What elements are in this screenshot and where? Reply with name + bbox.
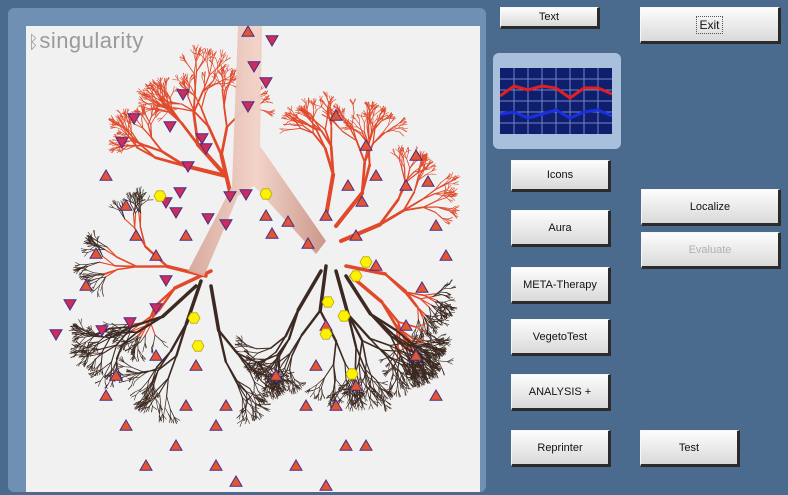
icons-button[interactable]: Icons — [511, 160, 611, 192]
vegeto-test-button[interactable]: VegetoTest — [511, 319, 611, 356]
analysis-plus-button[interactable]: ANALYSIS + — [511, 374, 611, 411]
exit-button[interactable]: Exit — [640, 7, 781, 44]
organ-viewer-frame: ᛒsingularity — [8, 8, 486, 492]
graph-panel[interactable] — [493, 53, 621, 149]
test-button[interactable]: Test — [640, 430, 740, 467]
singularity-logo: ᛒsingularity — [28, 28, 144, 53]
aura-button[interactable]: Aura — [511, 210, 611, 247]
localize-button[interactable]: Localize — [641, 189, 781, 226]
evaluate-button[interactable]: Evaluate — [641, 232, 781, 269]
graph-thumbnail-icon — [500, 68, 612, 134]
singularity-logo-mark: ᛒ — [28, 32, 40, 52]
reprinter-button[interactable]: Reprinter — [511, 430, 611, 467]
meta-therapy-button[interactable]: META-Therapy — [511, 267, 611, 304]
lung-scan-canvas[interactable]: ᛒsingularity — [26, 26, 480, 492]
text-button[interactable]: Text — [500, 7, 600, 29]
lung-bronchial-tree-illustration — [49, 26, 461, 491]
